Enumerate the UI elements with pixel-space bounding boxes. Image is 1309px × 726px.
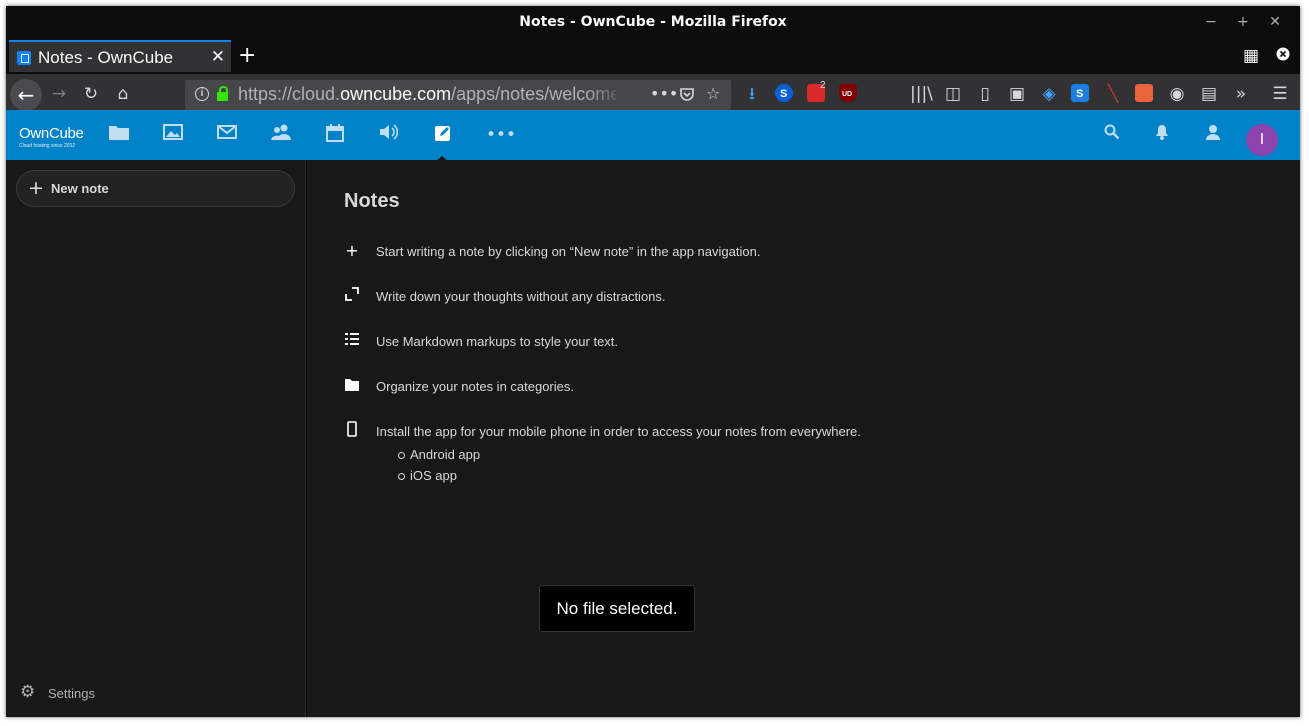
feature-text: Start writing a note by clicking on “New… xyxy=(376,244,761,259)
reload-icon[interactable]: ↻ xyxy=(80,83,102,105)
fullscreen-icon xyxy=(344,286,360,305)
photos-app-icon[interactable] xyxy=(162,124,184,146)
feature-text: Write down your thoughts without any dis… xyxy=(376,289,666,304)
notifications-bell-icon[interactable] xyxy=(1151,124,1173,146)
feature-text: Use Markdown markups to style your text. xyxy=(376,334,619,349)
tab-settings-icon[interactable] xyxy=(1272,45,1294,67)
files-app-icon[interactable] xyxy=(108,124,130,146)
mobile-app-list: Android app iOS app xyxy=(398,444,480,486)
extension-badge: 2 xyxy=(820,80,826,91)
search-icon[interactable] xyxy=(1101,124,1123,146)
layers-extension-icon[interactable]: ◈ xyxy=(1038,83,1060,105)
audio-app-icon[interactable] xyxy=(378,124,400,146)
add-icon: + xyxy=(28,177,44,199)
url-text[interactable]: https://cloud.owncube.com/apps/notes/wel… xyxy=(238,84,616,105)
app-content: Notes + Start writing a note by clicking… xyxy=(307,160,1300,717)
notice-extension-icon[interactable]: ▣ xyxy=(1006,83,1028,105)
calendar-app-icon[interactable] xyxy=(324,124,346,146)
page-title: Notes xyxy=(344,190,400,212)
new-note-label: New note xyxy=(51,181,109,196)
more-apps-icon[interactable]: ••• xyxy=(486,124,516,146)
extension-blue-s-icon[interactable]: S xyxy=(1071,84,1089,102)
android-app-link[interactable]: Android app xyxy=(398,444,480,465)
list-icon xyxy=(344,331,360,350)
lock-icon xyxy=(217,86,228,101)
page-actions-icon[interactable]: ••• xyxy=(650,84,678,103)
bookmark-star-icon[interactable]: ☆ xyxy=(706,84,720,103)
notes-favicon-icon xyxy=(17,51,31,65)
contacts-app-icon[interactable] xyxy=(270,124,292,146)
app-header: OwnCube Cloud hosting since 2012 ••• I xyxy=(6,110,1300,162)
window-title: Notes - OwnCube - Mozilla Firefox xyxy=(519,14,787,30)
container-extension-icon[interactable]: ▤ xyxy=(1198,83,1220,105)
tab-strip: Notes - OwnCube ✕ + ▦ xyxy=(6,38,1300,74)
new-note-button[interactable]: + New note xyxy=(16,170,295,207)
gear-icon: ⚙ xyxy=(20,682,36,702)
settings-label: Settings xyxy=(48,686,95,701)
feature-text: Organize your notes in categories. xyxy=(376,379,574,394)
tab-list-icon[interactable]: ▦ xyxy=(1240,45,1262,67)
forward-icon[interactable]: → xyxy=(48,83,70,105)
svg-text:UD: UD xyxy=(842,91,852,98)
app-navigation: + New note ⚙ Settings xyxy=(6,160,306,717)
download-icon[interactable]: ⭳ xyxy=(741,83,763,105)
extension-orange-icon[interactable] xyxy=(1135,84,1153,102)
maximize-button[interactable]: + xyxy=(1233,12,1253,32)
svg-text:S: S xyxy=(780,88,787,100)
tab-notes[interactable]: Notes - OwnCube ✕ xyxy=(9,40,231,72)
tab-close-icon[interactable]: ✕ xyxy=(211,47,225,67)
svg-text:S: S xyxy=(1076,88,1083,100)
url-bar[interactable]: i https://cloud.owncube.com/apps/notes/w… xyxy=(185,80,731,110)
tab-title: Notes - OwnCube xyxy=(38,48,174,67)
sidebar-icon[interactable]: ◫ xyxy=(942,83,964,105)
new-tab-button[interactable]: + xyxy=(238,43,256,68)
cookie-extension-icon[interactable]: ◉ xyxy=(1166,83,1188,105)
reader-extension-icon[interactable]: ▯ xyxy=(974,83,996,105)
home-icon[interactable]: ⌂ xyxy=(112,83,134,105)
pocket-icon[interactable] xyxy=(679,84,695,106)
browser-window: Notes - OwnCube - Mozilla Firefox − + ✕ … xyxy=(6,6,1300,717)
feature-text: Install the app for your mobile phone in… xyxy=(376,424,861,439)
title-bar: Notes - OwnCube - Mozilla Firefox − + ✕ xyxy=(6,6,1300,38)
back-icon[interactable]: ← xyxy=(10,79,42,111)
mail-app-icon[interactable] xyxy=(216,124,238,146)
phone-icon xyxy=(344,421,360,441)
extension-s-icon[interactable]: S xyxy=(775,84,793,102)
folder-icon xyxy=(344,376,360,395)
ublock-icon[interactable]: UD xyxy=(839,84,857,102)
close-window-button[interactable]: ✕ xyxy=(1265,12,1285,32)
user-avatar[interactable]: I xyxy=(1246,124,1278,156)
add-icon: + xyxy=(345,241,359,260)
owncube-logo[interactable]: OwnCube Cloud hosting since 2012 xyxy=(19,125,84,149)
ios-app-link[interactable]: iOS app xyxy=(398,465,480,486)
site-info-icon[interactable]: i xyxy=(195,87,209,101)
notes-app-icon[interactable] xyxy=(432,124,454,146)
minimize-button[interactable]: − xyxy=(1201,12,1221,32)
contacts-menu-icon[interactable] xyxy=(1201,124,1223,146)
overflow-icon[interactable]: » xyxy=(1230,83,1252,105)
library-icon[interactable]: |||\ xyxy=(910,83,933,105)
toast-notification: No file selected. xyxy=(539,585,695,632)
slash-extension-icon[interactable]: ╲ xyxy=(1102,83,1124,105)
menu-icon[interactable]: ☰ xyxy=(1269,83,1291,105)
